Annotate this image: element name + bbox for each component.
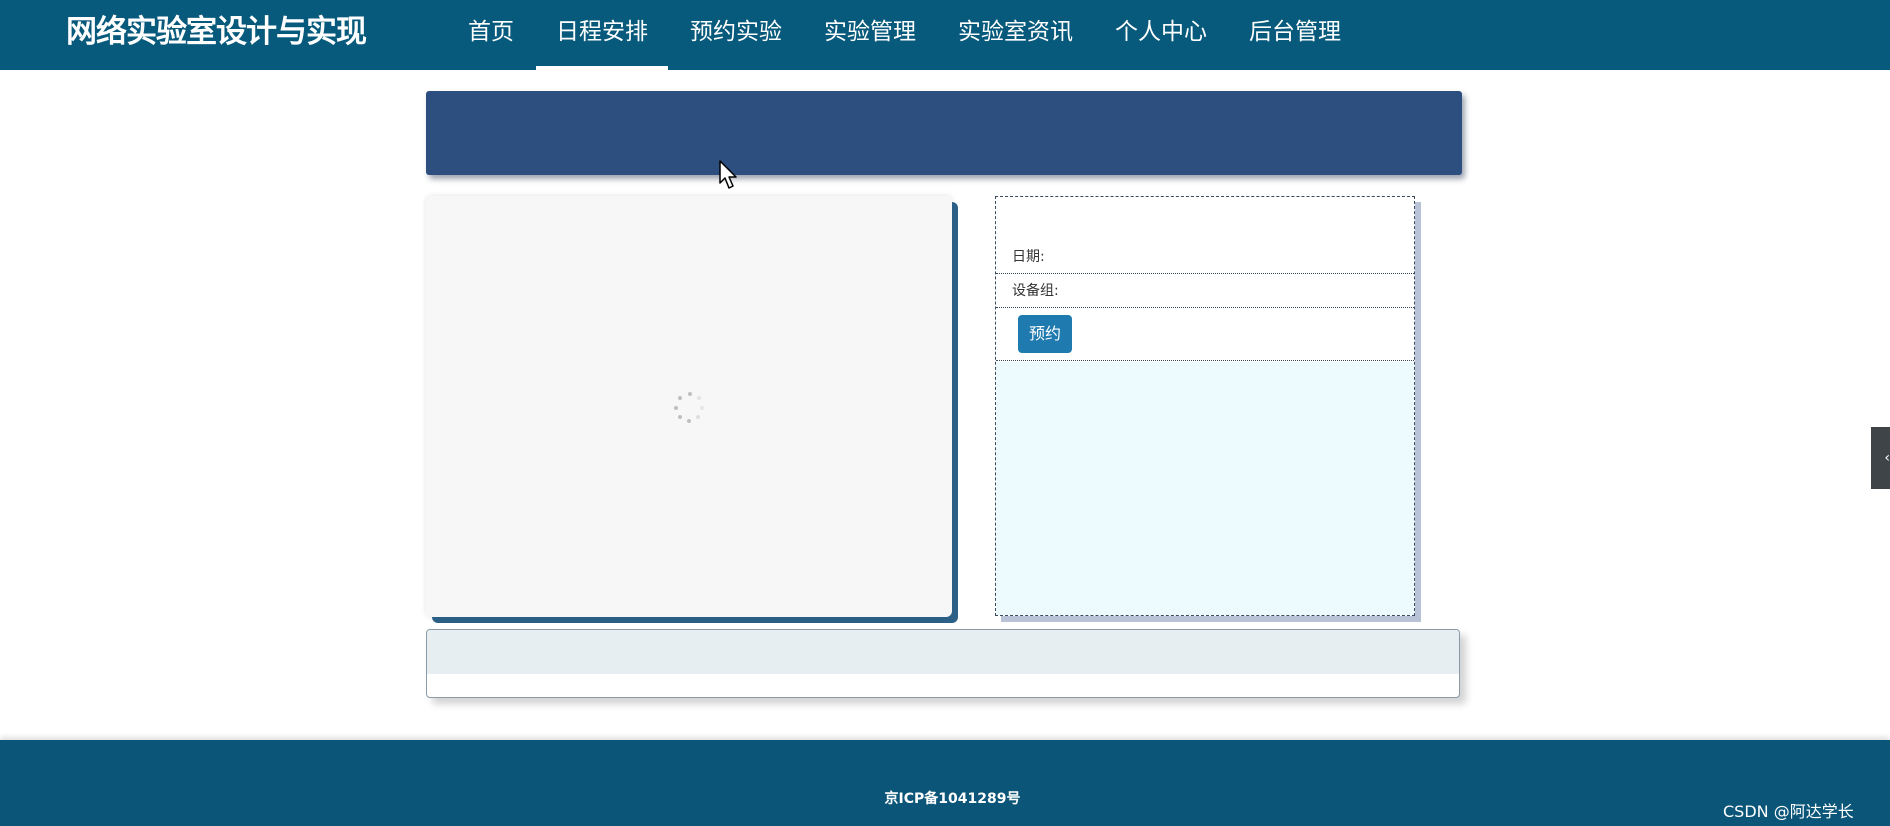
main-nav: 首页 日程安排 预约实验 实验管理 实验室资讯 个人中心 后台管理 — [448, 0, 1363, 70]
device-group-row: 设备组: — [996, 275, 1414, 308]
mouse-cursor-icon — [719, 160, 737, 189]
device-group-label: 设备组: — [1012, 283, 1059, 299]
nav-item-personal-center[interactable]: 个人中心 — [1095, 0, 1227, 70]
lower-panel-header — [427, 630, 1459, 674]
site-title: 网络实验室设计与实现 — [66, 14, 367, 50]
date-label: 日期: — [1012, 249, 1045, 265]
loading-spinner-icon — [674, 392, 706, 424]
date-row: 日期: — [996, 245, 1414, 274]
nav-item-experiment-management[interactable]: 实验管理 — [804, 0, 936, 70]
lower-panel — [426, 629, 1460, 698]
nav-item-schedule[interactable]: 日程安排 — [536, 0, 668, 70]
top-navbar: 网络实验室设计与实现 首页 日程安排 预约实验 实验管理 实验室资讯 个人中心 … — [0, 0, 1890, 70]
icp-record: 京ICP备1041289号 — [884, 791, 1021, 807]
banner — [426, 91, 1462, 175]
nav-item-reserve-experiment[interactable]: 预约实验 — [670, 0, 802, 70]
nav-item-admin[interactable]: 后台管理 — [1229, 0, 1361, 70]
watermark: CSDN @阿达学长 — [1723, 802, 1854, 821]
nav-item-lab-news[interactable]: 实验室资讯 — [938, 0, 1093, 70]
side-handle-chevron-icon[interactable]: ‹ — [1871, 427, 1890, 489]
booking-panel: 日期: 设备组: 预约 — [995, 196, 1415, 616]
reservation-result-area — [996, 362, 1414, 615]
reserve-button[interactable]: 预约 — [1018, 315, 1072, 353]
action-row: 预约 — [996, 308, 1414, 361]
footer: 京ICP备1041289号 — [0, 740, 1890, 826]
nav-item-home[interactable]: 首页 — [448, 0, 534, 70]
